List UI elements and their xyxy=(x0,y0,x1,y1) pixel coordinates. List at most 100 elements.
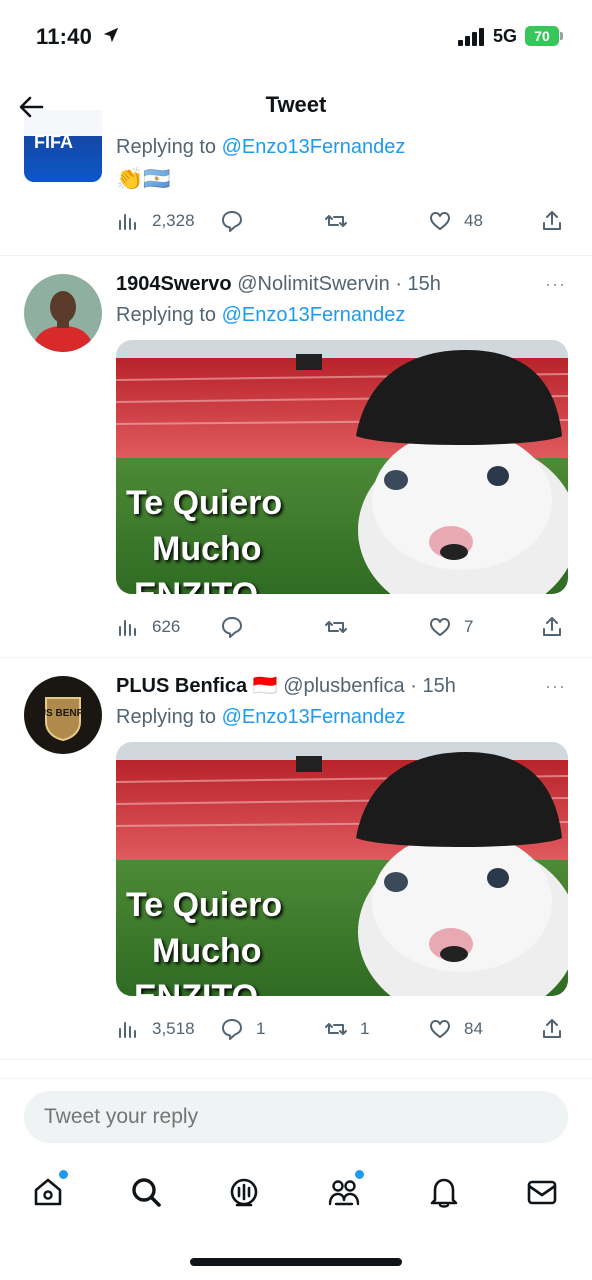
reply-button[interactable] xyxy=(220,612,256,642)
tweet-header: 1904Swervo @NolimitSwervin · 15h ··· xyxy=(116,270,568,298)
tab-search[interactable] xyxy=(124,1170,168,1214)
tab-home[interactable] xyxy=(26,1170,70,1214)
display-name[interactable]: PLUS Benfica xyxy=(116,675,247,697)
mention-link[interactable]: @Enzo13Fernandez xyxy=(222,136,406,158)
reply-icon xyxy=(222,617,242,638)
like-button[interactable]: 48 xyxy=(428,206,483,236)
user-handle[interactable]: @NolimitSwervin xyxy=(237,273,390,295)
spaces-icon xyxy=(230,1178,258,1207)
reply-button[interactable]: 1 xyxy=(220,1014,265,1044)
network-type: 5G xyxy=(493,26,518,46)
tweet-item[interactable]: PLUS BENFICA PLUS Benfica 🇮🇩 @plusbenfic… xyxy=(0,658,592,1060)
retweet-count: 1 xyxy=(360,1019,370,1038)
share-icon xyxy=(543,1019,561,1038)
like-count: 7 xyxy=(464,617,474,636)
media-caption-line-3: ENZITO xyxy=(126,572,282,594)
views-button[interactable]: 3,518 xyxy=(116,1014,195,1044)
reply-composer xyxy=(0,1078,592,1154)
tab-communities[interactable] xyxy=(322,1170,366,1214)
tweet-media-image[interactable]: Te Quiero Mucho ENZITO xyxy=(116,340,568,594)
search-icon xyxy=(132,1178,161,1207)
tweet-actions: 2,328 48 xyxy=(116,206,568,236)
reply-input[interactable] xyxy=(24,1091,568,1143)
views-count: 2,328 xyxy=(152,211,195,230)
tweet-media-image[interactable]: Te Quiero Mucho ENZITO xyxy=(116,742,568,996)
media-caption-line-2: Mucho xyxy=(152,932,262,970)
page-title: Tweet xyxy=(265,92,327,117)
tab-notifications[interactable] xyxy=(422,1170,466,1214)
tweet-item[interactable]: 1904Swervo @NolimitSwervin · 15h ··· Rep… xyxy=(0,256,592,658)
user-handle[interactable]: @plusbenfica xyxy=(283,675,404,697)
tweet-time: · 15h xyxy=(410,675,456,697)
home-indicator xyxy=(190,1258,402,1266)
status-time: 11:40 xyxy=(36,24,93,49)
views-icon xyxy=(119,620,136,636)
communities-notification-dot xyxy=(355,1170,364,1179)
notifications-icon xyxy=(430,1178,458,1208)
retweet-icon xyxy=(325,621,347,633)
views-count: 626 xyxy=(152,617,181,636)
like-button[interactable]: 7 xyxy=(428,612,473,642)
retweet-icon xyxy=(325,1023,347,1035)
media-caption-line-3: ENZITO xyxy=(126,974,282,996)
tweet-text: 👏🇦🇷 xyxy=(116,166,171,191)
tweet-body: PLUS Benfica 🇮🇩 @plusbenfica · 15h ··· R… xyxy=(116,672,568,996)
avatar[interactable]: PLUS BENFICA xyxy=(24,676,102,754)
tab-messages[interactable] xyxy=(520,1170,564,1214)
retweet-button[interactable] xyxy=(324,206,360,236)
heart-icon xyxy=(430,618,450,636)
like-count: 48 xyxy=(464,211,483,230)
reply-button[interactable] xyxy=(220,206,256,236)
views-button[interactable]: 626 xyxy=(116,612,180,642)
more-options-icon[interactable]: ··· xyxy=(545,672,566,700)
replying-prefix: Replying to xyxy=(116,706,222,728)
messages-icon xyxy=(527,1180,557,1205)
share-icon xyxy=(543,211,561,230)
bottom-tab-bar xyxy=(0,1154,592,1280)
media-caption-line-1: Te Quiero xyxy=(126,484,283,522)
like-count: 84 xyxy=(464,1019,483,1038)
retweet-button[interactable]: 1 xyxy=(324,1014,369,1044)
reply-icon xyxy=(222,211,242,232)
tweet-header: PLUS Benfica 🇮🇩 @plusbenfica · 15h ··· xyxy=(116,672,568,700)
retweet-button[interactable] xyxy=(324,612,360,642)
like-button[interactable]: 84 xyxy=(428,1014,483,1044)
tweet-body: 1904Swervo @NolimitSwervin · 15h ··· Rep… xyxy=(116,270,568,594)
views-button[interactable]: 2,328 xyxy=(116,206,195,236)
mention-link[interactable]: @Enzo13Fernandez xyxy=(222,706,406,728)
replying-to: Replying to @Enzo13Fernandez xyxy=(116,132,405,162)
tweet-time: · 15h xyxy=(395,273,441,295)
reply-count: 1 xyxy=(256,1019,266,1038)
replying-prefix: Replying to xyxy=(116,136,222,158)
display-name[interactable]: 1904Swervo xyxy=(116,273,232,295)
location-arrow-icon xyxy=(103,27,119,43)
status-bar: 11:40 5G 70 xyxy=(0,0,592,76)
share-icon xyxy=(543,617,561,636)
replying-prefix: Replying to xyxy=(116,304,222,326)
tweet-actions: 626 7 xyxy=(116,612,568,642)
heart-icon xyxy=(430,212,450,230)
share-button[interactable] xyxy=(540,206,576,236)
flag-icon: 🇮🇩 xyxy=(252,675,278,697)
communities-icon xyxy=(328,1180,360,1206)
battery-level: 70 xyxy=(525,26,559,46)
tweet-actions: 3,518 1 1 84 xyxy=(116,1014,568,1044)
avatar[interactable] xyxy=(24,274,102,352)
battery-icon: 70 xyxy=(525,26,565,46)
share-button[interactable] xyxy=(540,612,576,642)
tab-spaces[interactable] xyxy=(222,1170,266,1214)
more-options-icon[interactable]: ··· xyxy=(545,270,566,298)
mention-link[interactable]: @Enzo13Fernandez xyxy=(222,304,406,326)
media-caption-line-1: Te Quiero xyxy=(126,886,283,924)
share-button[interactable] xyxy=(540,1014,576,1044)
top-header: Tweet xyxy=(0,76,592,136)
media-caption-line-2: Mucho xyxy=(152,530,262,568)
retweet-icon xyxy=(325,215,347,227)
home-notification-dot xyxy=(59,1170,68,1179)
avatar-label: PLUS BENFICA xyxy=(26,708,100,719)
replying-to: Replying to @Enzo13Fernandez xyxy=(116,702,568,732)
views-icon xyxy=(119,1022,136,1038)
replying-to: Replying to @Enzo13Fernandez xyxy=(116,300,568,330)
reply-icon xyxy=(222,1019,242,1040)
home-icon xyxy=(34,1178,62,1206)
